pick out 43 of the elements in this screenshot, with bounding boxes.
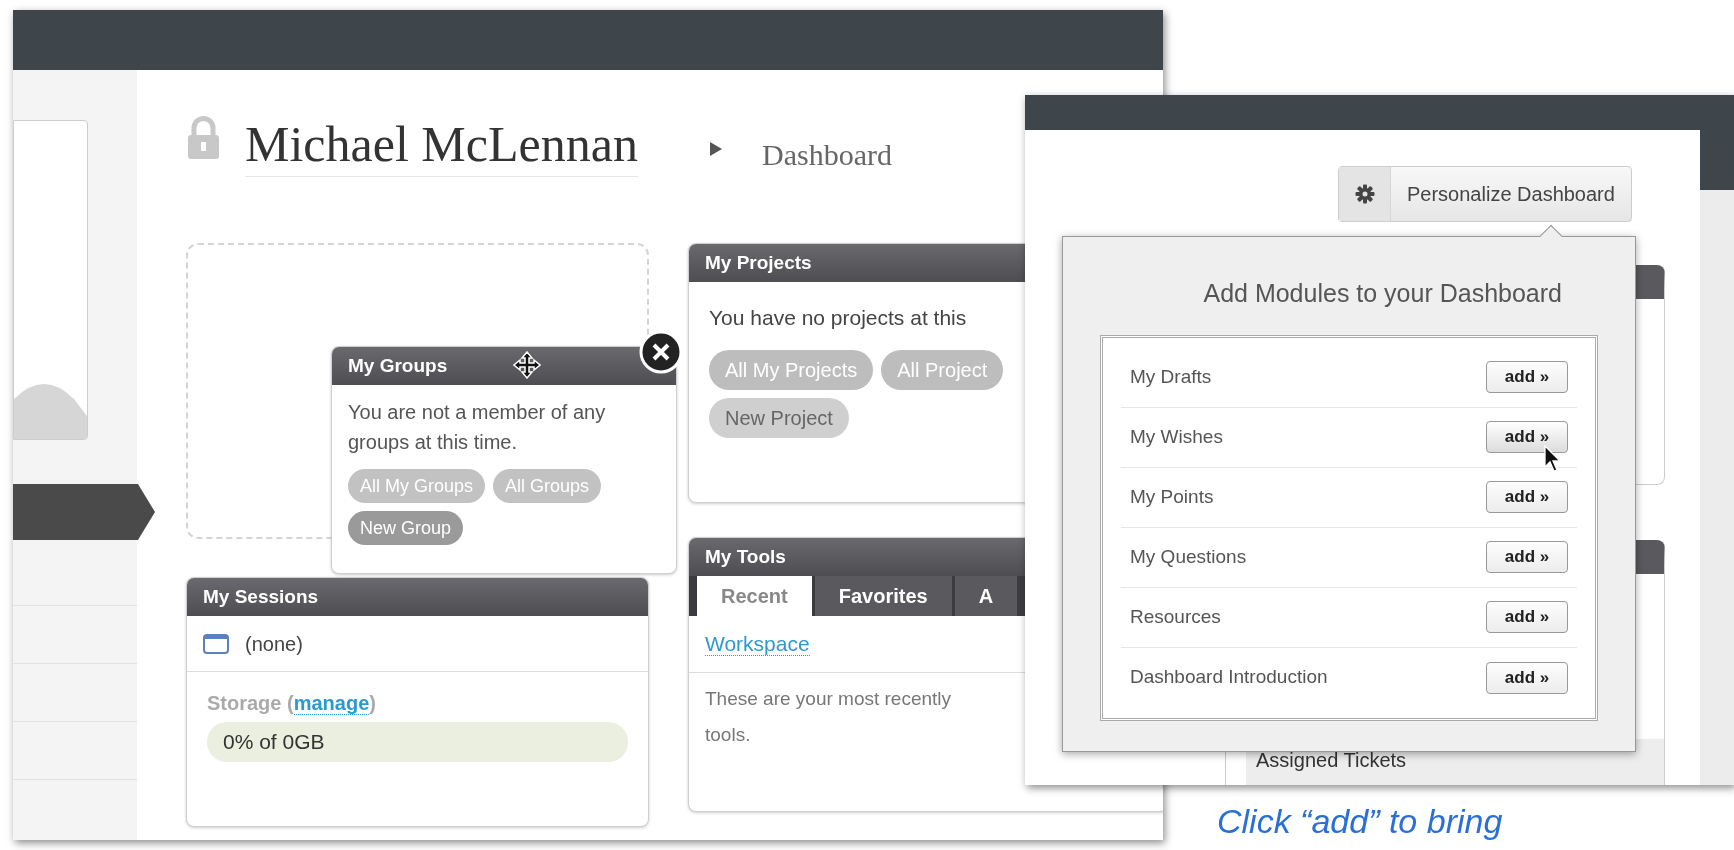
module-header[interactable]: My Groups	[332, 347, 676, 385]
module-note: tools.	[705, 723, 752, 747]
gear-icon	[1339, 167, 1391, 221]
module-name: My Questions	[1130, 544, 1247, 569]
add-button[interactable]: add »	[1486, 541, 1568, 573]
add-button[interactable]: add »	[1486, 481, 1568, 513]
add-button[interactable]: add »	[1486, 361, 1568, 393]
storage-usage: 0% of 0GB	[222, 730, 326, 753]
personalize-button[interactable]: Personalize Dashboard	[1338, 166, 1632, 222]
pointer-cursor-icon	[1544, 444, 1562, 473]
module-title: My Projects	[705, 250, 812, 275]
module-message: You have no projects at this	[709, 305, 968, 331]
user-name[interactable]: Michael McLennan	[245, 116, 638, 177]
add-button[interactable]: add »	[1486, 421, 1568, 453]
tab[interactable]: A	[954, 576, 1018, 616]
module-message: You are not a member of any groups at this time.	[348, 400, 607, 455]
table-row-text: Assigned Tickets	[1256, 749, 1407, 771]
module-header[interactable]: My Sessions	[187, 578, 648, 616]
session-text: (none)	[245, 631, 303, 657]
move-cursor-icon	[513, 351, 541, 379]
storage-label: Storage (manage)	[207, 691, 377, 717]
sidebar-arrow-tab[interactable]	[13, 484, 155, 540]
caption-text: Click “add” to bring	[1217, 801, 1503, 842]
module-title: My Groups	[348, 353, 448, 378]
module-name: My Drafts	[1130, 364, 1212, 389]
add-button[interactable]: add »	[1486, 661, 1568, 694]
module-title: My Sessions	[203, 584, 319, 609]
window-icon	[203, 633, 229, 654]
breadcrumb-arrow-icon	[710, 142, 722, 156]
tab[interactable]: Favorites	[814, 576, 952, 616]
tab[interactable]: Recent	[697, 576, 812, 616]
close-icon[interactable]	[639, 330, 683, 374]
module-name: My Wishes	[1130, 424, 1223, 449]
module-name: Resources	[1130, 604, 1221, 629]
pill-button[interactable]: New Project	[709, 397, 849, 438]
module-name: Dashboard Introduction	[1130, 665, 1328, 690]
module-name: My Points	[1130, 484, 1214, 509]
add-button[interactable]: add »	[1486, 601, 1568, 633]
page-title: Dashboard	[762, 137, 892, 173]
module-note: These are your most recently	[705, 686, 953, 711]
popover-title: Add Modules to your Dashboard	[1203, 278, 1562, 309]
lock-icon	[186, 116, 221, 160]
module-title: My Tools	[705, 544, 786, 569]
